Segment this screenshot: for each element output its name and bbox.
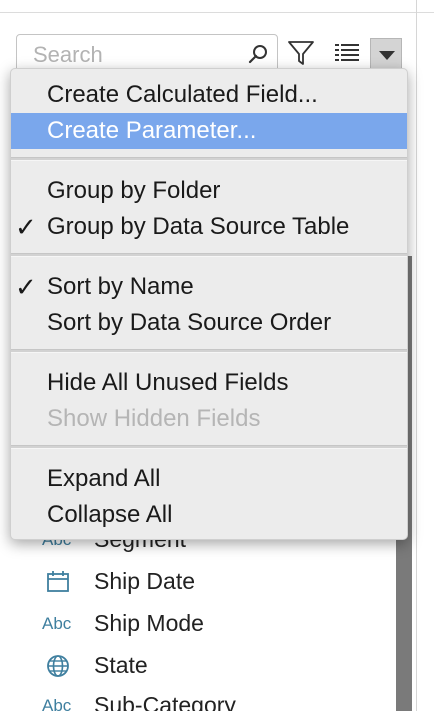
field-label: Ship Date — [94, 568, 196, 594]
field-label: Ship Mode — [94, 610, 204, 636]
globe-icon — [47, 655, 69, 677]
menu-item-show-hidden-fields: Show Hidden Fields — [11, 401, 407, 437]
field-row-ship-mode[interactable]: Abc Ship Mode — [0, 602, 390, 644]
data-pane-menu: Create Calculated Field... Create Parame… — [10, 68, 408, 540]
menu-item-create-parameter[interactable]: Create Parameter... — [11, 113, 407, 149]
menu-item-label: Group by Folder — [47, 177, 221, 204]
menu-item-label: Collapse All — [47, 501, 173, 528]
abc-icon: Abc — [42, 696, 72, 711]
data-pane: Abc Segment Ship Date Abc Ship Mode Stat… — [0, 0, 434, 711]
menu-item-label: Expand All — [47, 465, 161, 492]
top-strip — [0, 0, 434, 13]
abc-icon: Abc — [42, 614, 72, 633]
menu-item-sort-by-data-source-order[interactable]: Sort by Data Source Order — [11, 305, 407, 341]
field-row-sub-category[interactable]: Abc Sub-Category — [0, 684, 390, 711]
menu-item-create-calculated-field[interactable]: Create Calculated Field... — [11, 77, 407, 113]
pane-divider — [416, 0, 417, 711]
menu-item-collapse-all[interactable]: Collapse All — [11, 497, 407, 533]
menu-item-label: Show Hidden Fields — [47, 405, 261, 432]
checkmark-icon: ✓ — [15, 212, 37, 242]
menu-dropdown-button[interactable] — [370, 38, 402, 70]
menu-item-label: Sort by Name — [47, 273, 194, 300]
list-view-icon[interactable] — [332, 38, 362, 68]
menu-item-label: Create Calculated Field... — [47, 81, 318, 108]
menu-separator — [11, 157, 407, 161]
menu-item-label: Sort by Data Source Order — [47, 309, 332, 336]
chevron-down-icon — [379, 51, 395, 60]
field-label: Sub-Category — [94, 692, 236, 711]
menu-separator — [11, 253, 407, 257]
menu-item-label: Hide All Unused Fields — [47, 369, 289, 396]
search-input[interactable] — [31, 41, 235, 69]
menu-item-group-by-data-source-table[interactable]: ✓ Group by Data Source Table — [11, 209, 407, 245]
menu-item-group-by-folder[interactable]: Group by Folder — [11, 173, 407, 209]
checkmark-icon: ✓ — [15, 272, 37, 302]
menu-item-expand-all[interactable]: Expand All — [11, 461, 407, 497]
menu-item-label: Group by Data Source Table — [47, 213, 350, 240]
field-row-state[interactable]: State — [0, 644, 390, 686]
menu-item-label: Create Parameter... — [47, 117, 257, 144]
field-label: State — [94, 652, 148, 678]
menu-separator — [11, 445, 407, 449]
menu-item-hide-all-unused-fields[interactable]: Hide All Unused Fields — [11, 365, 407, 401]
field-row-ship-date[interactable]: Ship Date — [0, 560, 390, 602]
menu-separator — [11, 349, 407, 353]
search-icon[interactable] — [247, 43, 269, 65]
menu-item-sort-by-name[interactable]: ✓ Sort by Name — [11, 269, 407, 305]
calendar-icon — [47, 571, 69, 592]
filter-icon[interactable] — [286, 38, 316, 68]
